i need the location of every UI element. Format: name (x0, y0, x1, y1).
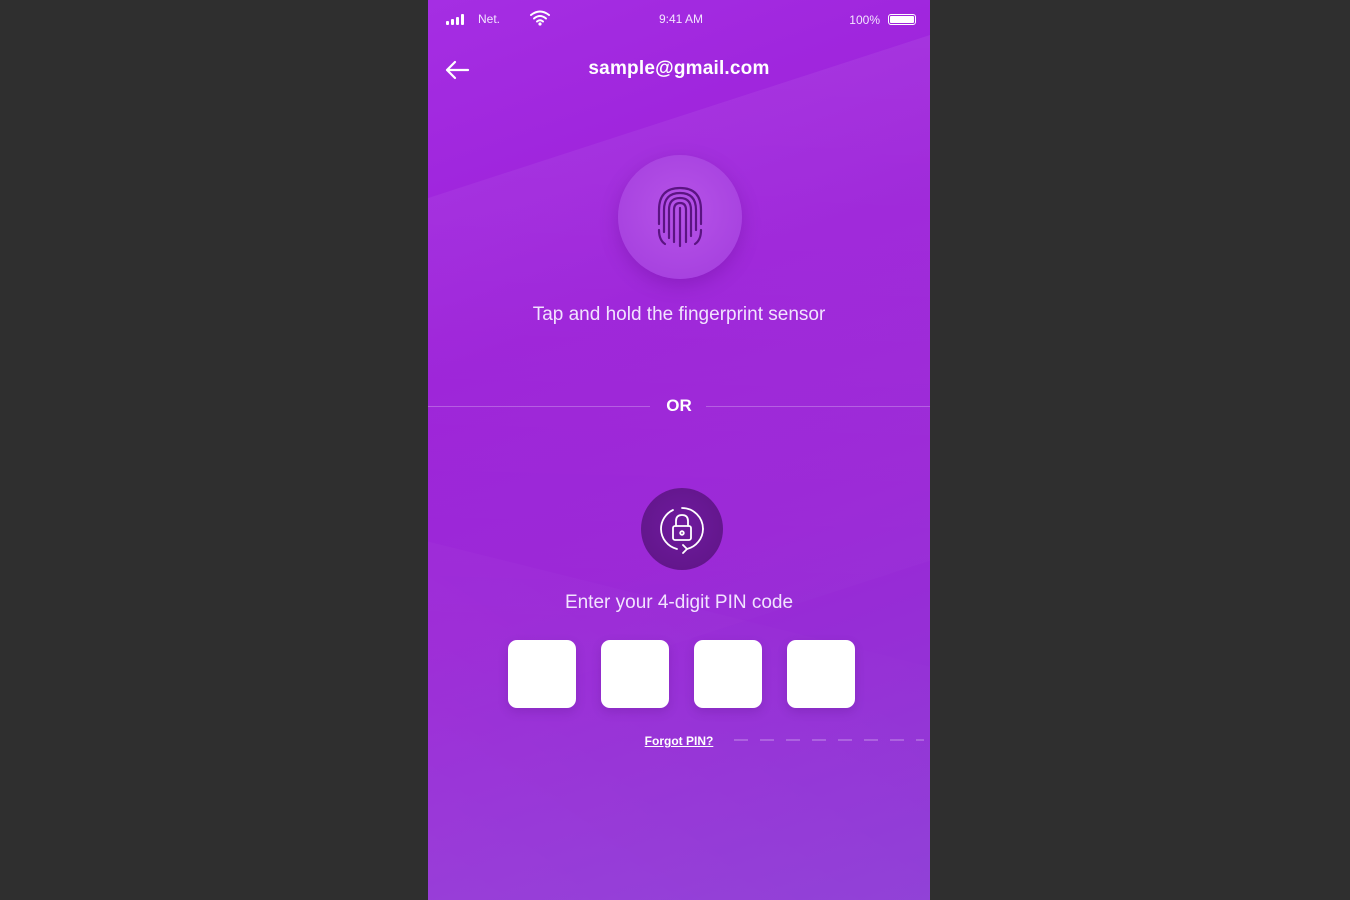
pin-lock-badge (641, 488, 723, 570)
fingerprint-sensor-button[interactable] (618, 155, 742, 279)
pin-digit-3[interactable] (694, 640, 762, 708)
fingerprint-instruction: Tap and hold the fingerprint sensor (532, 304, 826, 325)
pin-digit-2[interactable] (601, 640, 669, 708)
decorative-dashes (734, 739, 924, 741)
fingerprint-icon (657, 186, 703, 248)
pin-digit-1[interactable] (508, 640, 576, 708)
battery-percent: 100% (849, 13, 880, 27)
account-email: sample@gmail.com (588, 58, 770, 79)
status-bar: Net. 9:41 AM 100% (444, 10, 918, 30)
clock: 9:41 AM (658, 12, 704, 26)
pin-instruction: Enter your 4-digit PIN code (564, 592, 794, 613)
divider-line-right (706, 406, 930, 407)
forgot-pin-link[interactable]: Forgot PIN? (428, 734, 930, 748)
lock-rotate-icon (660, 507, 704, 554)
pin-digit-4[interactable] (787, 640, 855, 708)
battery-icon (888, 14, 916, 25)
pin-input-row (508, 640, 858, 708)
phone-screen: Net. 9:41 AM 100% sample@gmail.com Tap a… (428, 0, 930, 900)
